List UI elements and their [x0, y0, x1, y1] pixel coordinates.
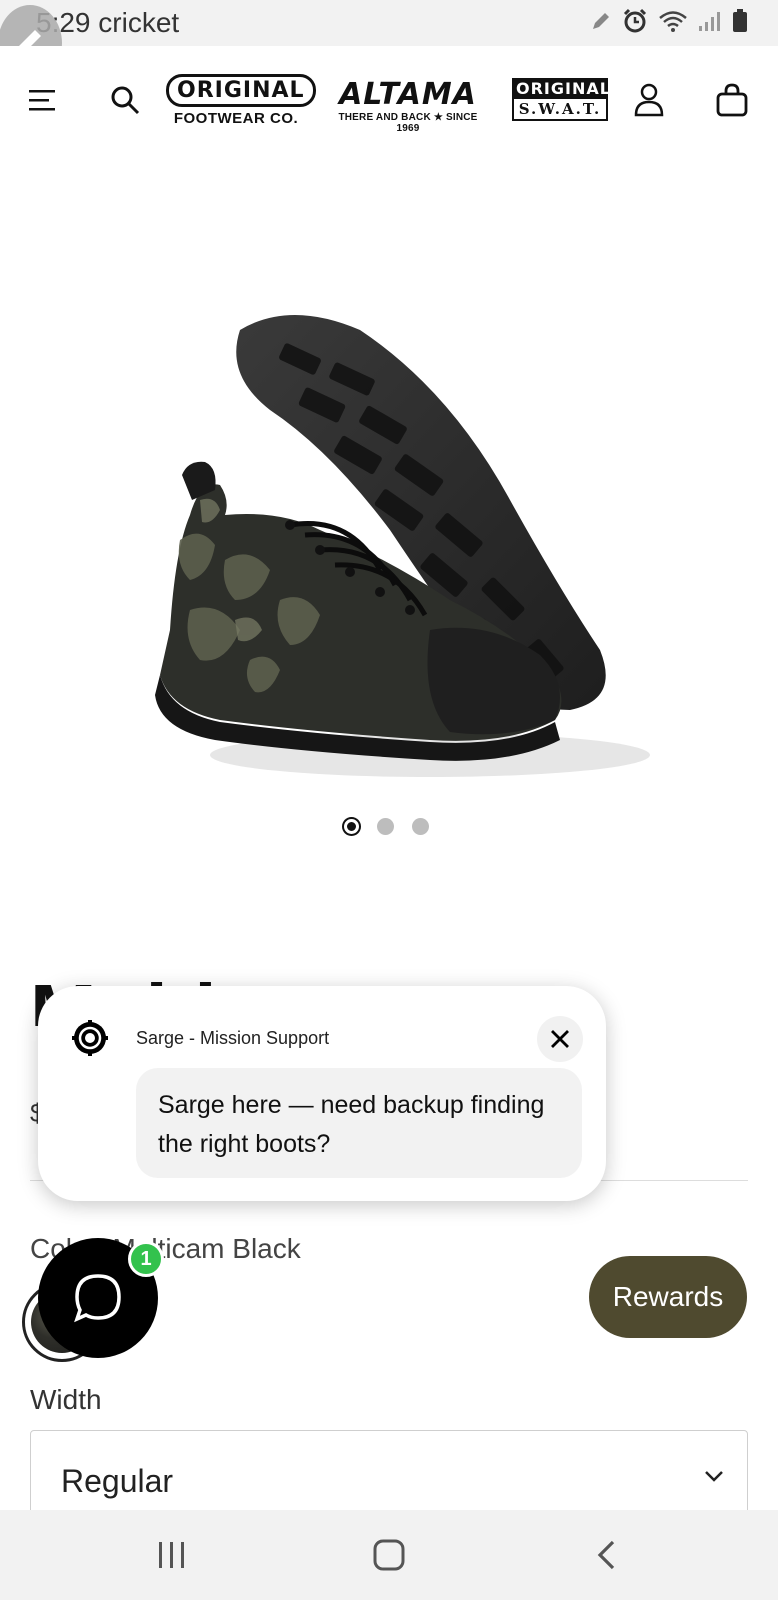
product-image[interactable] [130, 300, 650, 800]
chevron-down-icon [703, 1469, 725, 1488]
cart-icon [716, 83, 748, 117]
original-footwear-logo[interactable]: ORIGINAL FOOTWEAR CO. [166, 74, 316, 127]
recent-apps-icon [159, 1542, 184, 1568]
menu-icon [29, 90, 55, 111]
site-header: ORIGINAL FOOTWEAR CO. ALTAMA THERE AND B… [0, 46, 778, 156]
original-swat-logo-sub: S.W.A.T. [512, 99, 608, 121]
gallery-dot[interactable] [412, 818, 429, 835]
gallery-pagination [344, 818, 429, 835]
altama-logo-sub: THERE AND BACK ★ SINCE 1969 [338, 112, 478, 134]
chat-unread-badge: 1 [128, 1241, 164, 1277]
gallery-dot[interactable] [344, 819, 359, 834]
altama-logo[interactable]: ALTAMA THERE AND BACK ★ SINCE 1969 [326, 77, 490, 135]
home-icon [373, 1539, 405, 1571]
system-nav-bar [0, 1510, 778, 1600]
search-button[interactable] [103, 78, 147, 122]
back-icon [597, 1540, 615, 1570]
original-swat-logo-text: ORIGINAL [512, 78, 610, 99]
status-bar: 5:29 cricket [0, 0, 778, 46]
alarm-icon [622, 8, 648, 39]
chat-agent-name: Sarge - Mission Support [136, 1028, 330, 1048]
account-icon [634, 83, 664, 117]
chat-popup-close-button[interactable] [537, 1016, 583, 1062]
shoe-image [155, 315, 650, 777]
recent-apps-button[interactable] [142, 1532, 202, 1578]
cart-button[interactable] [710, 78, 754, 122]
rewards-button[interactable]: Rewards [589, 1256, 747, 1338]
account-button[interactable] [627, 78, 671, 122]
back-button[interactable] [576, 1532, 636, 1578]
chat-message[interactable]: Sarge here — need backup finding the rig… [136, 1068, 582, 1178]
altama-logo-text: ALTAMA [339, 77, 477, 112]
search-icon [111, 86, 140, 115]
width-selected-value: Regular [61, 1463, 174, 1499]
status-icons [590, 8, 748, 39]
original-swat-logo[interactable]: ORIGINAL S.W.A.T. [512, 78, 610, 121]
bot-avatar-icon [72, 1020, 108, 1056]
signal-icon [698, 10, 722, 37]
menu-button[interactable] [20, 78, 64, 122]
close-icon [551, 1030, 569, 1048]
chat-popup: Sarge - Mission Support Sarge here — nee… [38, 986, 606, 1201]
width-label: Width [30, 1384, 102, 1415]
pencil-icon [590, 10, 612, 37]
wifi-icon [658, 9, 688, 38]
gallery-dot[interactable] [377, 818, 394, 835]
chat-bubble-icon [74, 1274, 121, 1323]
original-footwear-logo-text: ORIGINAL [166, 74, 316, 107]
original-footwear-logo-sub: FOOTWEAR CO. [173, 110, 299, 127]
battery-icon [732, 8, 748, 38]
home-button[interactable] [359, 1532, 419, 1578]
